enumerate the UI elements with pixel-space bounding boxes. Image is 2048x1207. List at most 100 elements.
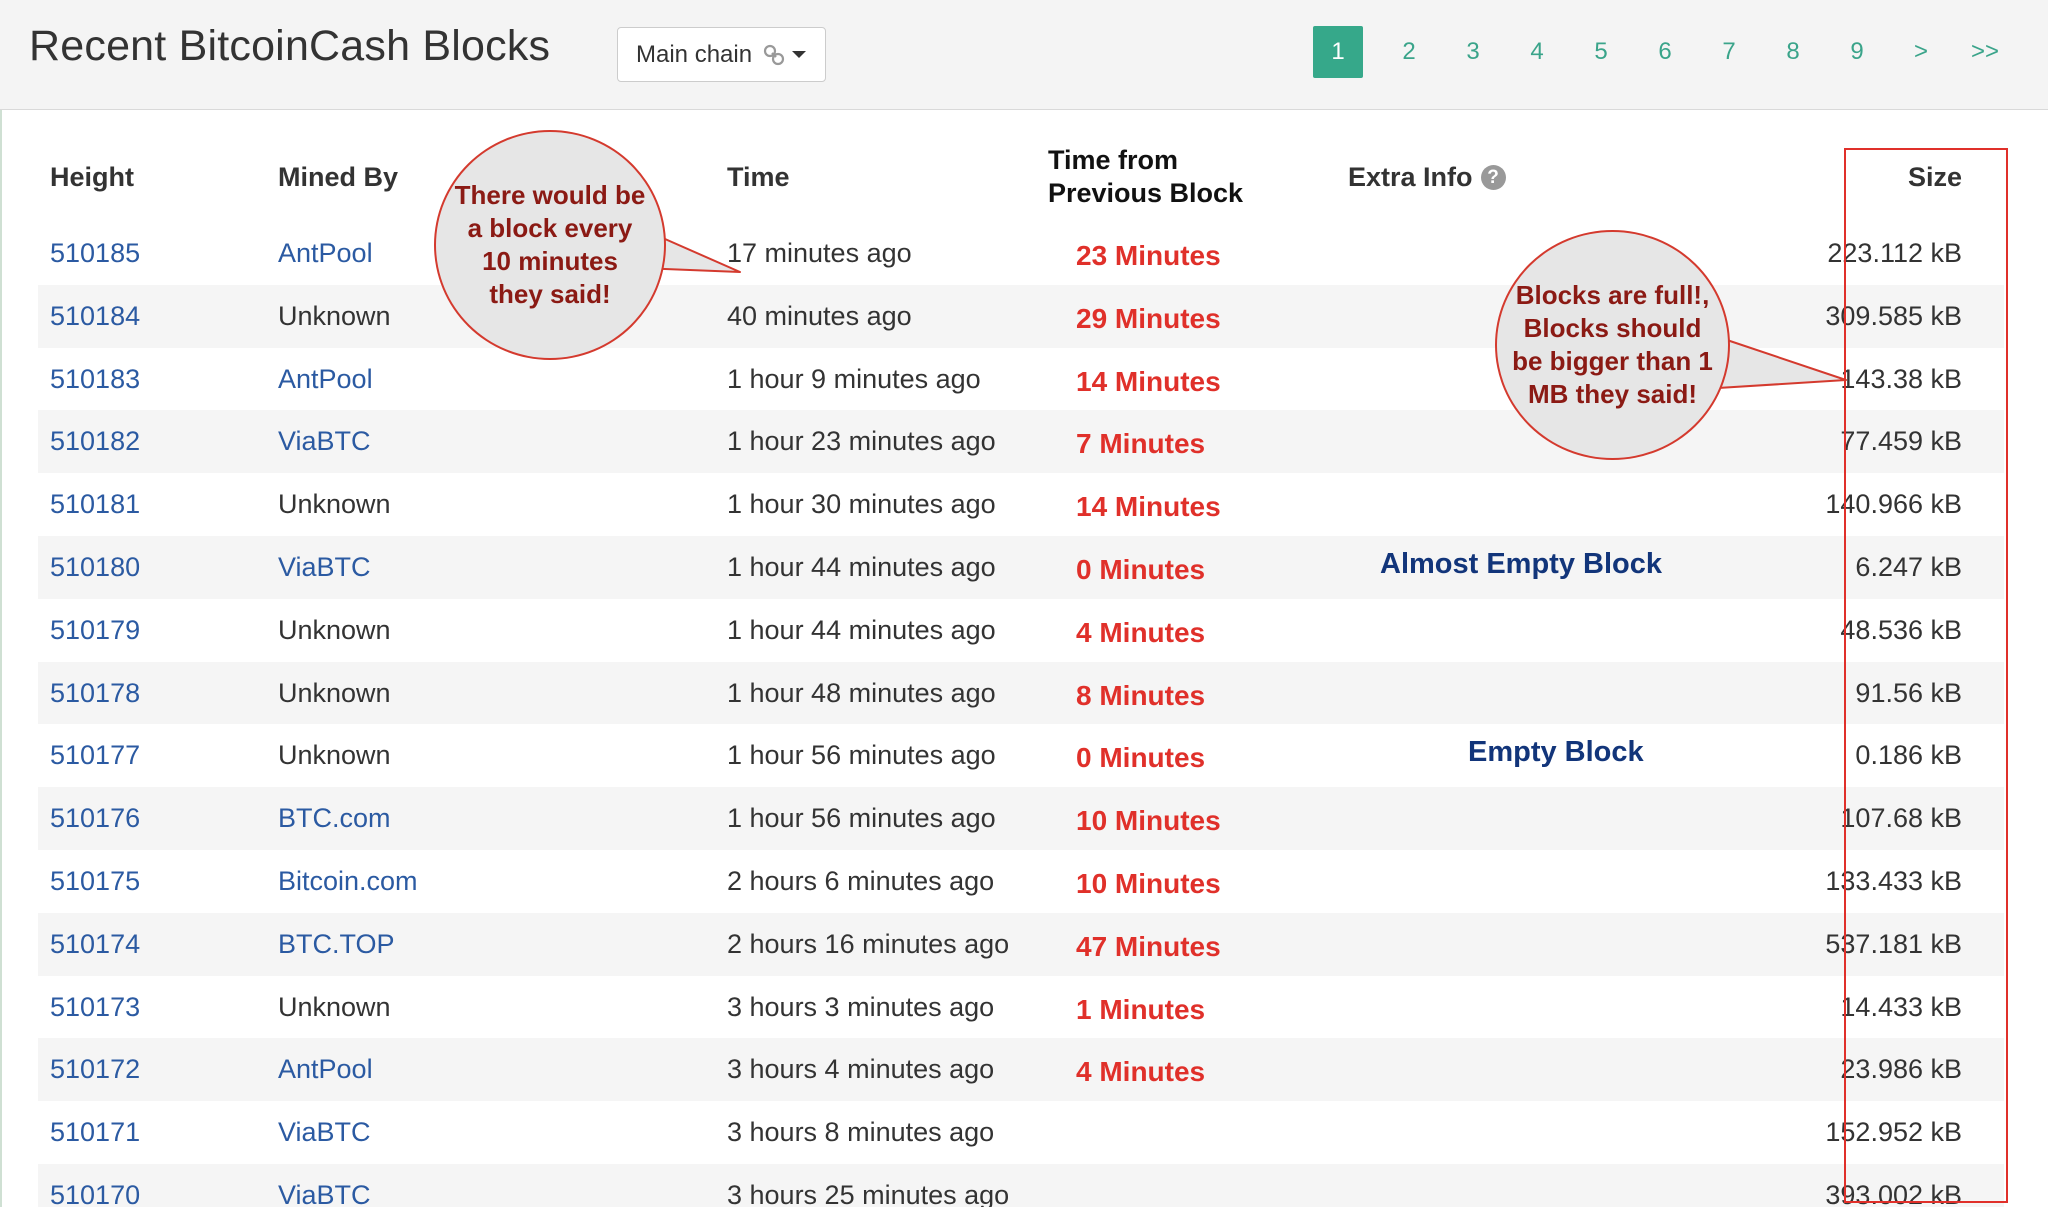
pagination: 1 2 3 4 5 6 7 8 9 > >> bbox=[1313, 26, 2017, 78]
block-size: 133.433 kB bbox=[1825, 865, 1962, 896]
page-link-6[interactable]: 6 bbox=[1633, 26, 1697, 78]
table-row: 510182 ViaBTC 1 hour 23 minutes ago 7 Minut… bbox=[38, 410, 2004, 474]
page-link-5[interactable]: 5 bbox=[1569, 26, 1633, 78]
table-row: 510174 BTC.TOP 2 hours 16 minutes ago 47 Mi… bbox=[38, 912, 2004, 976]
column-header-time: Time bbox=[727, 162, 790, 192]
page-header: Recent BitcoinCash Blocks Main chain 123… bbox=[0, 0, 2048, 110]
time-from-previous-annotation: 1 Minutes bbox=[1076, 993, 1206, 1025]
time-from-previous-annotation: 8 Minutes bbox=[1076, 679, 1206, 711]
block-time: 40 minutes ago bbox=[727, 300, 912, 331]
miner-link[interactable]: AntPool bbox=[278, 1054, 373, 1085]
miner-link[interactable]: ViaBTC bbox=[278, 426, 371, 457]
table-row: 510170 ViaBTC 3 hours 25 minutes ago 393.00… bbox=[38, 1163, 2004, 1207]
block-height-link[interactable]: 510179 bbox=[50, 615, 140, 646]
block-time: 17 minutes ago bbox=[727, 238, 912, 268]
table-row: 510177 Unknown 1 hour 56 minutes ago 0 Minu… bbox=[38, 724, 2004, 787]
annotation-bubble-left: There would be a block every 10 minutes … bbox=[434, 130, 666, 360]
block-size: 0.186 kB bbox=[1855, 740, 1962, 771]
block-height-link[interactable]: 510170 bbox=[50, 1180, 140, 1207]
table-header: Height Mined By Time Time from Previous … bbox=[38, 140, 2004, 222]
page-link-1[interactable]: 1 bbox=[1313, 26, 1363, 78]
miner-link[interactable]: AntPool bbox=[278, 364, 373, 395]
block-time: 3 hours 25 minutes ago bbox=[727, 1179, 1010, 1207]
block-height-link[interactable]: 510176 bbox=[50, 803, 140, 834]
table-row: 510173 Unknown 3 hours 3 minutes ago 1 Minu… bbox=[38, 976, 2004, 1039]
column-header-time-from-previous: Time from Previous Block bbox=[1048, 144, 1243, 210]
miner-link[interactable]: AntPool bbox=[278, 238, 373, 269]
block-height-link[interactable]: 510184 bbox=[50, 301, 140, 332]
block-time: 1 hour 48 minutes ago bbox=[727, 677, 996, 708]
annotation-bubble-right: Blocks are full!, Blocks should be bigge… bbox=[1495, 230, 1730, 460]
page-link-2[interactable]: 2 bbox=[1377, 26, 1441, 78]
block-size: 107.68 kB bbox=[1840, 803, 1962, 834]
block-size: 309.585 kB bbox=[1825, 300, 1962, 331]
block-time: 1 hour 44 minutes ago bbox=[727, 551, 996, 582]
block-height-link[interactable]: 510178 bbox=[50, 678, 140, 709]
miner-name: Unknown bbox=[278, 740, 391, 771]
page-link-next[interactable]: > bbox=[1889, 26, 1953, 78]
miner-link[interactable]: Bitcoin.com bbox=[278, 866, 418, 897]
help-icon[interactable]: ? bbox=[1480, 165, 1506, 190]
block-height-link[interactable]: 510172 bbox=[50, 1054, 140, 1085]
block-height-link[interactable]: 510182 bbox=[50, 426, 140, 457]
miner-name: Unknown bbox=[278, 991, 391, 1022]
miner-link[interactable]: ViaBTC bbox=[278, 1180, 371, 1207]
time-from-previous-annotation: 10 Minutes bbox=[1076, 805, 1221, 837]
column-header-extra-info: Extra Info ? bbox=[1348, 162, 1506, 193]
column-header-time-from-line2: Previous Block bbox=[1048, 178, 1244, 208]
block-time: 3 hours 4 minutes ago bbox=[727, 1054, 995, 1085]
page-link-8[interactable]: 8 bbox=[1761, 26, 1825, 78]
block-time: 1 hour 56 minutes ago bbox=[727, 740, 996, 771]
column-header-extra-info-label: Extra Info bbox=[1348, 162, 1473, 192]
page-link-4[interactable]: 4 bbox=[1505, 26, 1569, 78]
time-from-previous-annotation: 0 Minutes bbox=[1076, 553, 1206, 585]
table-row: 510176 BTC.com 1 hour 56 minutes ago 10 Min… bbox=[38, 787, 2004, 850]
page-link-3[interactable]: 3 bbox=[1441, 26, 1505, 78]
table-row: 510179 Unknown 1 hour 44 minutes ago 4 Minu… bbox=[38, 599, 2004, 662]
time-from-previous-annotation: 14 Minutes bbox=[1076, 365, 1221, 397]
block-size: 152.952 kB bbox=[1825, 1117, 1962, 1148]
extra-info-annotation: Empty Block bbox=[1468, 736, 1644, 769]
time-from-previous-annotation: 4 Minutes bbox=[1076, 616, 1206, 648]
miner-link[interactable]: ViaBTC bbox=[278, 1117, 371, 1148]
time-from-previous-annotation: 7 Minutes bbox=[1076, 428, 1206, 460]
block-time: 3 hours 8 minutes ago bbox=[727, 1117, 995, 1148]
annotation-bubble-right-text: Blocks are full!, Blocks should be bigge… bbox=[1512, 280, 1713, 409]
table-row: 510181 Unknown 1 hour 30 minutes ago 14 Min… bbox=[38, 473, 2004, 536]
column-header-height: Height bbox=[50, 162, 134, 192]
block-time: 1 hour 23 minutes ago bbox=[727, 426, 996, 457]
block-height-link[interactable]: 510177 bbox=[50, 740, 140, 771]
bubble-right-tail bbox=[1715, 336, 1847, 389]
table-row: 510175 Bitcoin.com 2 hours 6 minutes ago 10… bbox=[38, 850, 2004, 913]
block-height-link[interactable]: 510183 bbox=[50, 364, 140, 395]
block-size: 140.966 kB bbox=[1825, 489, 1962, 520]
block-size: 537.181 kB bbox=[1825, 928, 1962, 959]
block-time: 1 hour 30 minutes ago bbox=[727, 489, 996, 520]
time-from-previous-annotation: 4 Minutes bbox=[1076, 1056, 1206, 1088]
block-height-link[interactable]: 510185 bbox=[50, 238, 140, 269]
chain-select-dropdown[interactable]: Main chain bbox=[617, 27, 826, 82]
miner-link[interactable]: ViaBTC bbox=[278, 552, 371, 583]
block-height-link[interactable]: 510180 bbox=[50, 552, 140, 583]
time-from-previous-annotation: 10 Minutes bbox=[1076, 867, 1221, 899]
page-link-9[interactable]: 9 bbox=[1825, 26, 1889, 78]
block-size: 48.536 kB bbox=[1840, 614, 1962, 645]
miner-name: Unknown bbox=[278, 300, 391, 331]
page-link-7[interactable]: 7 bbox=[1697, 26, 1761, 78]
block-height-link[interactable]: 510173 bbox=[50, 992, 140, 1023]
block-time: 2 hours 6 minutes ago bbox=[727, 865, 995, 896]
block-height-link[interactable]: 510181 bbox=[50, 489, 140, 520]
block-height-link[interactable]: 510174 bbox=[50, 929, 140, 960]
chain-select-label: Main chain bbox=[636, 40, 753, 68]
miner-link[interactable]: BTC.TOP bbox=[278, 929, 395, 960]
block-height-link[interactable]: 510171 bbox=[50, 1117, 140, 1148]
block-size: 91.56 kB bbox=[1855, 677, 1962, 708]
column-header-size: Size bbox=[1907, 162, 1962, 192]
miner-link[interactable]: BTC.com bbox=[278, 803, 391, 834]
block-height-link[interactable]: 510175 bbox=[50, 866, 140, 897]
block-size: 143.38 kB bbox=[1840, 363, 1962, 394]
column-header-time-from-line1: Time from bbox=[1048, 145, 1179, 175]
page-link-last[interactable]: >> bbox=[1953, 26, 2017, 78]
block-time: 3 hours 3 minutes ago bbox=[727, 991, 995, 1022]
block-size: 6.247 kB bbox=[1855, 551, 1962, 582]
